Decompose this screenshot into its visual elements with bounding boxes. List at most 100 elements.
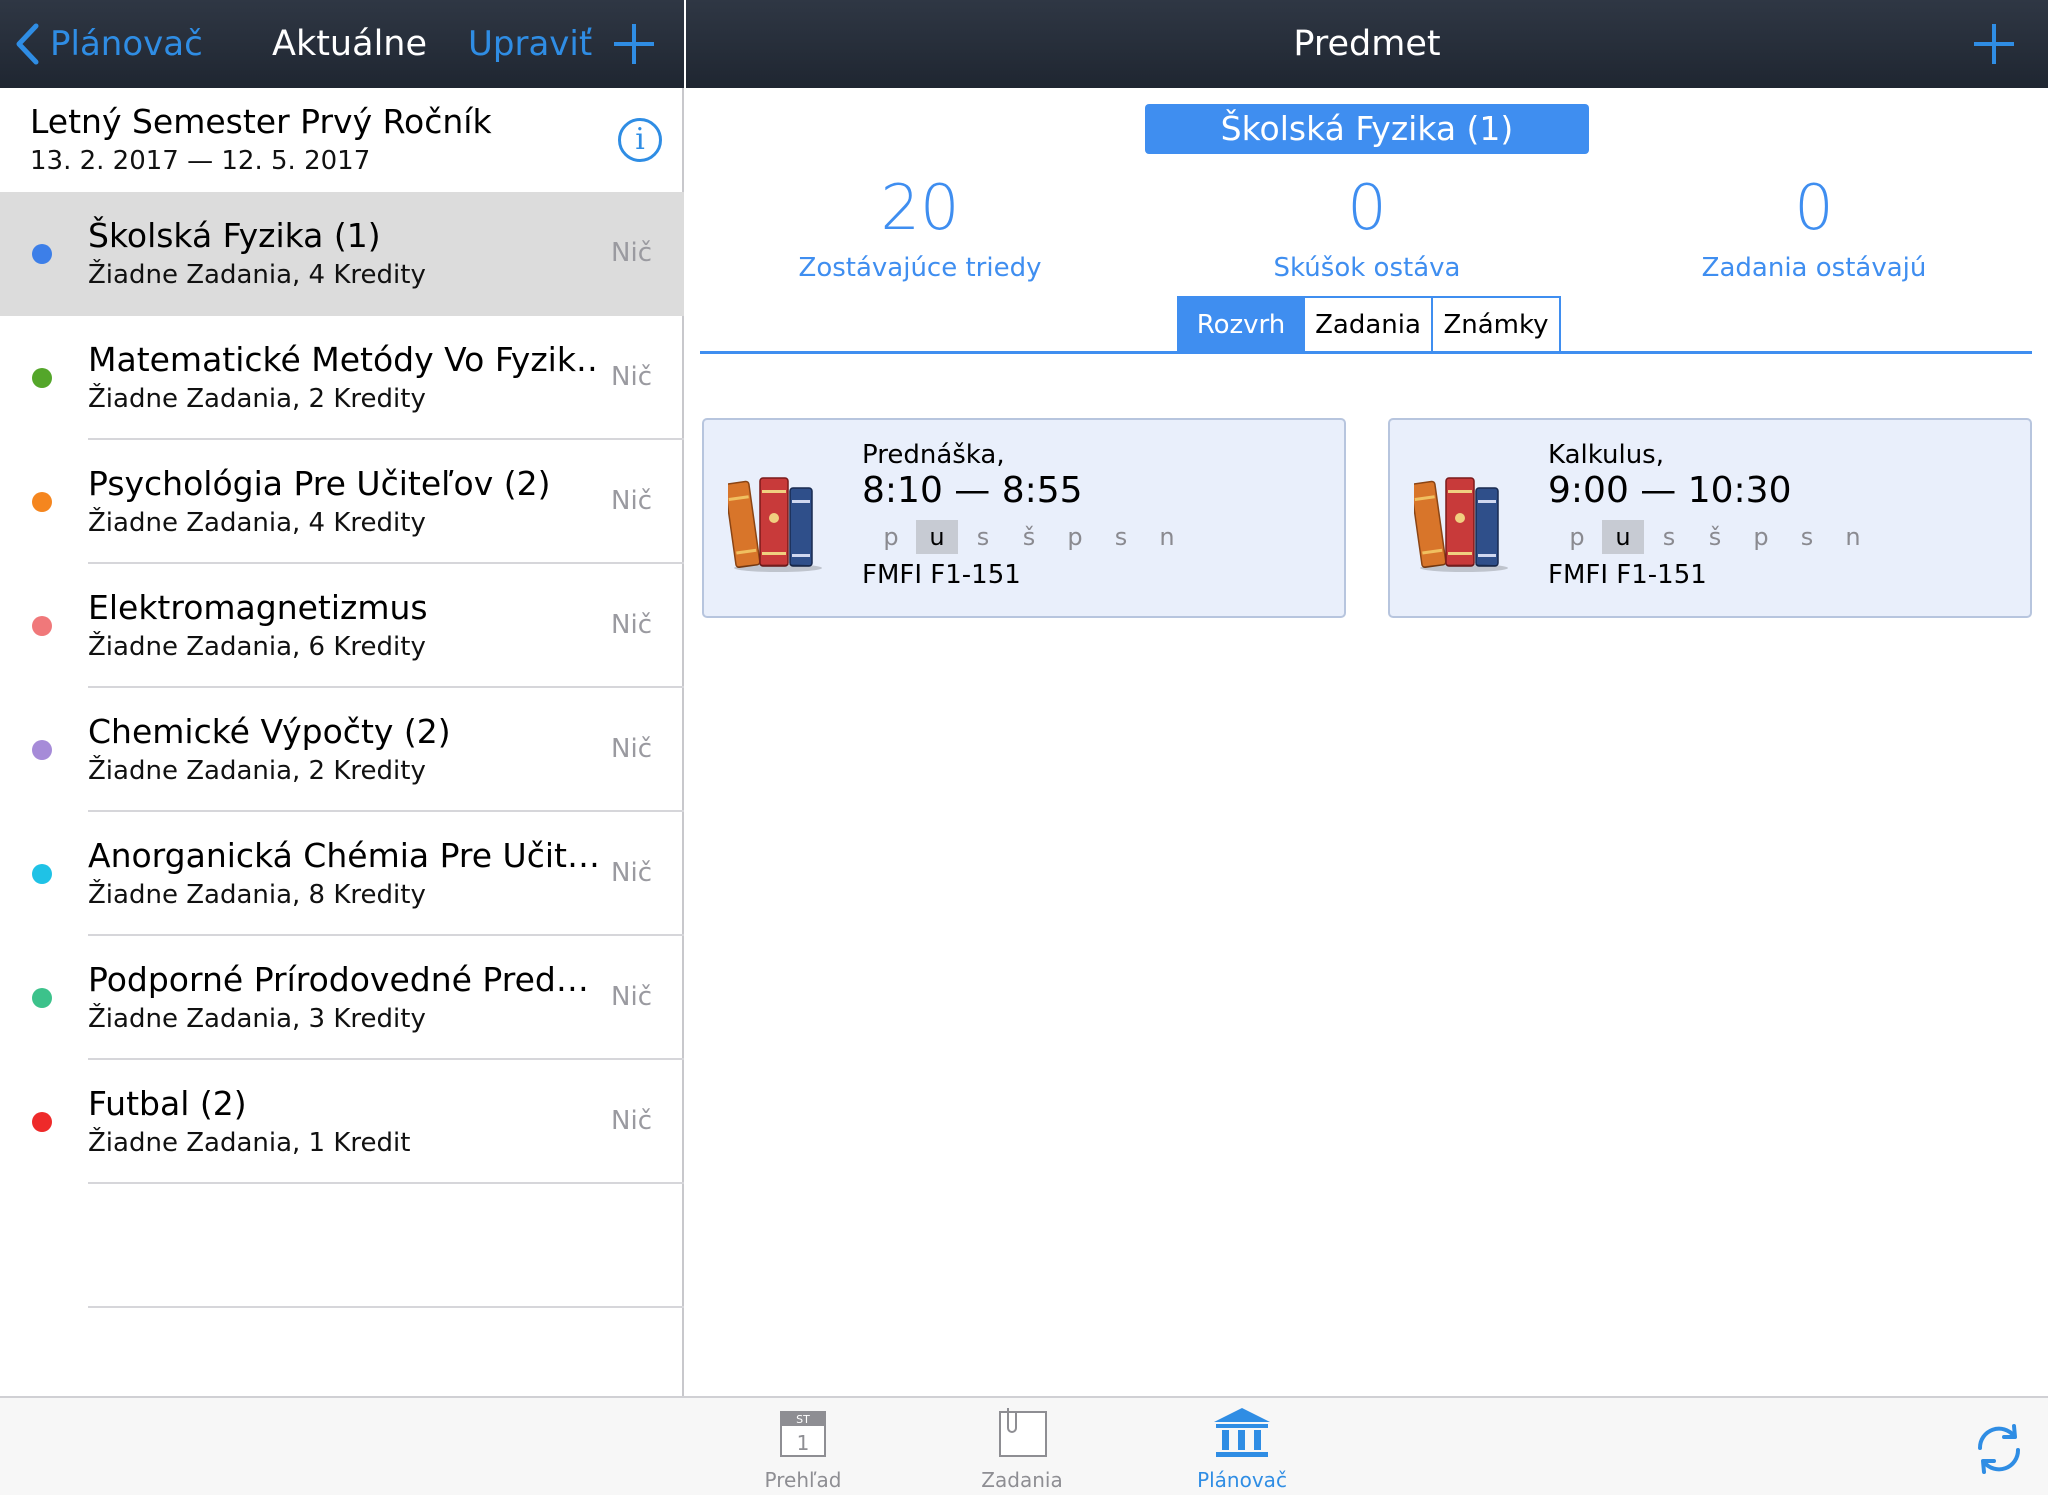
weekday: p [1753, 523, 1769, 551]
stat-value: 0 [1347, 171, 1387, 244]
books-icon [1414, 477, 1508, 572]
subject-row[interactable]: Anorganická Chémia Pre Učit… Žiadne Zada… [0, 812, 684, 936]
weekday-row: p u s š p s n [1554, 520, 1876, 554]
bottom-tab-bar: ST 1 Prehľad Zadania Plánovač [0, 1396, 2048, 1495]
tabbar-item-overview[interactable]: ST 1 Prehľad [733, 1406, 873, 1492]
subject-color-dot [32, 740, 52, 760]
subject-subtitle: Žiadne Zadania, 8 Kredity [88, 880, 426, 910]
weekday: p [1067, 523, 1083, 551]
weekday: p [1569, 523, 1585, 551]
class-type: Prednáška, [862, 440, 1005, 470]
semester-dates: 13. 2. 2017 — 12. 5. 2017 [30, 146, 371, 176]
weekday: š [1708, 523, 1722, 551]
subject-next: Nič [611, 982, 652, 1012]
subject-color-dot [32, 988, 52, 1008]
right-navbar: Predmet [686, 0, 2048, 88]
subject-next: Nič [611, 1106, 652, 1136]
right-nav-title: Predmet [1293, 24, 1441, 64]
refresh-icon[interactable] [1972, 1422, 2026, 1476]
subject-row[interactable]: Chemické Výpočty (2) Žiadne Zadania, 2 K… [0, 688, 684, 812]
tab-underline [700, 351, 2032, 354]
weekday: n [1159, 523, 1175, 551]
subject-color-dot [32, 1112, 52, 1132]
subject-name-badge: Školská Fyzika (1) [1145, 104, 1589, 154]
subject-row[interactable]: Elektromagnetizmus Žiadne Zadania, 6 Kre… [0, 564, 684, 688]
edit-button[interactable]: Upraviť [468, 0, 592, 88]
subject-title: Futbal (2) [88, 1084, 247, 1123]
clipboard-icon [992, 1406, 1052, 1462]
subject-row[interactable]: Futbal (2) Žiadne Zadania, 1 Kredit Nič [0, 1060, 684, 1184]
subject-next: Nič [611, 610, 652, 640]
subject-row[interactable]: Školská Fyzika (1) Žiadne Zadania, 4 Kre… [0, 192, 684, 316]
weekday: n [1845, 523, 1861, 551]
class-time: 8:10 — 8:55 [862, 470, 1083, 511]
subject-title: Podporné Prírodovedné Pred… [88, 960, 589, 999]
subject-title: Školská Fyzika (1) [88, 216, 381, 255]
schedule-card[interactable]: Prednáška, 8:10 — 8:55 p u s š p s n FMF… [702, 418, 1346, 618]
weekday: s [976, 523, 990, 551]
info-icon[interactable]: i [618, 118, 662, 162]
tabbar-label: Prehľad [764, 1468, 842, 1492]
tab-grades[interactable]: Známky [1433, 296, 1561, 354]
back-button[interactable]: Plánovač [14, 18, 203, 70]
weekday: š [1022, 523, 1036, 551]
subject-subtitle: Žiadne Zadania, 2 Kredity [88, 384, 426, 414]
books-icon [728, 477, 822, 572]
subject-title: Chemické Výpočty (2) [88, 712, 451, 751]
semester-header: Letný Semester Prvý Ročník 13. 2. 2017 —… [0, 88, 684, 192]
subject-color-dot [32, 244, 52, 264]
weekday: s [1800, 523, 1814, 551]
left-navbar: Plánovač Aktuálne Upraviť [0, 0, 684, 88]
subject-subtitle: Žiadne Zadania, 2 Kredity [88, 756, 426, 786]
subject-row[interactable]: Podporné Prírodovedné Pred… Žiadne Zadan… [0, 936, 684, 1060]
class-type: Kalkulus, [1548, 440, 1664, 470]
subject-next: Nič [611, 734, 652, 764]
add-schedule-plus-icon[interactable] [1970, 20, 2018, 68]
chevron-left-icon [16, 23, 39, 65]
tabbar-item-assignments[interactable]: Zadania [952, 1406, 1092, 1492]
subject-row[interactable]: Matematické Metódy Vo Fyzik… Žiadne Zada… [0, 316, 684, 440]
subject-next: Nič [611, 362, 652, 392]
weekday-active: u [1602, 520, 1644, 554]
stat-label: Zadania ostávajú [1701, 253, 1927, 283]
subject-detail-panel: Predmet Školská Fyzika (1) 20 Zostávajúc… [686, 0, 2048, 1396]
row-divider [88, 1306, 684, 1308]
subject-next: Nič [611, 486, 652, 516]
class-room: FMFI F1-151 [1548, 560, 1707, 590]
weekday: s [1114, 523, 1128, 551]
tabbar-label: Zadania [981, 1468, 1063, 1492]
subject-title: Elektromagnetizmus [88, 588, 428, 627]
subject-subtitle: Žiadne Zadania, 4 Kredity [88, 260, 426, 290]
tabbar-item-planner[interactable]: Plánovač [1172, 1406, 1312, 1492]
add-subject-plus-icon[interactable] [610, 20, 658, 68]
subject-subtitle: Žiadne Zadania, 1 Kredit [88, 1128, 411, 1158]
class-room: FMFI F1-151 [862, 560, 1021, 590]
stat-remaining-assignments: 0 Zadania ostávajú [1604, 168, 2024, 288]
subject-subtitle: Žiadne Zadania, 4 Kredity [88, 508, 426, 538]
subject-next: Nič [611, 238, 652, 268]
subject-color-dot [32, 492, 52, 512]
subject-title: Anorganická Chémia Pre Učit… [88, 836, 598, 875]
subject-subtitle: Žiadne Zadania, 3 Kredity [88, 1004, 426, 1034]
weekday: s [1662, 523, 1676, 551]
subject-next: Nič [611, 858, 652, 888]
subject-color-dot [32, 368, 52, 388]
tab-schedule[interactable]: Rozvrh [1177, 296, 1305, 354]
calendar-icon: ST 1 [773, 1406, 833, 1462]
weekday-active: u [916, 520, 958, 554]
stat-remaining-classes: 20 Zostávajúce triedy [710, 168, 1130, 288]
weekday-row: p u s š p s n [868, 520, 1190, 554]
subject-color-dot [32, 864, 52, 884]
stat-label: Zostávajúce triedy [798, 253, 1042, 283]
subject-title: Matematické Metódy Vo Fyzik… [88, 340, 598, 379]
class-time: 9:00 — 10:30 [1548, 470, 1792, 511]
tab-assignments[interactable]: Zadania [1305, 296, 1433, 354]
subject-color-dot [32, 616, 52, 636]
stat-value: 20 [880, 171, 960, 244]
empty-row [0, 1184, 684, 1308]
schedule-card[interactable]: Kalkulus, 9:00 — 10:30 p u s š p s n FMF… [1388, 418, 2032, 618]
stat-remaining-exams: 0 Skúšok ostáva [1157, 168, 1577, 288]
subject-row[interactable]: Psychológia Pre Učiteľov (2) Žiadne Zada… [0, 440, 684, 564]
subject-subtitle: Žiadne Zadania, 6 Kredity [88, 632, 426, 662]
subject-title: Psychológia Pre Učiteľov (2) [88, 464, 551, 503]
